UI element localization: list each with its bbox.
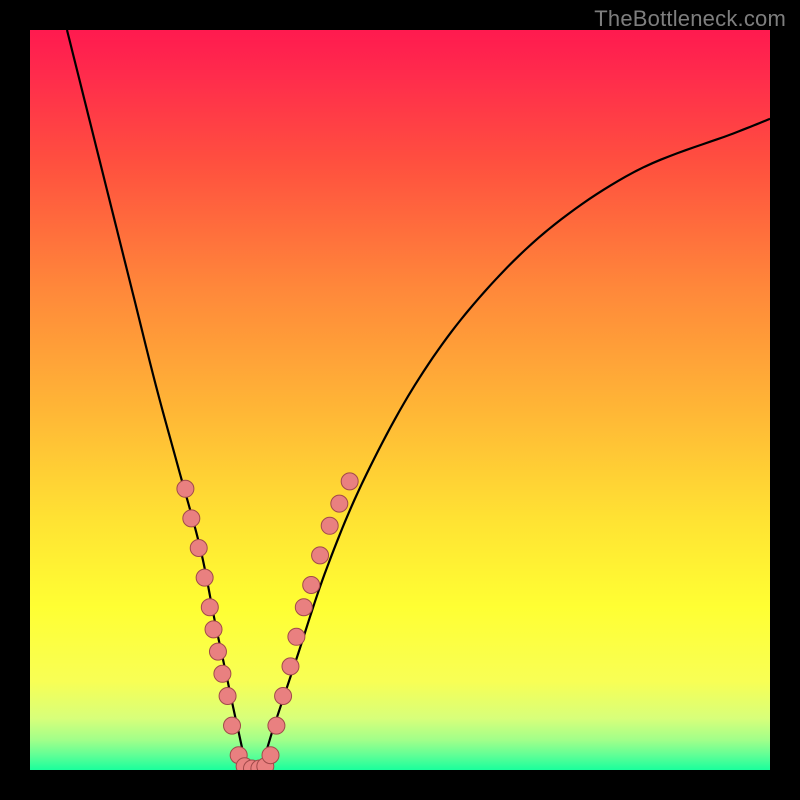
scatter-dot xyxy=(183,510,200,527)
scatter-dot xyxy=(214,665,231,682)
scatter-dot xyxy=(205,621,222,638)
gradient-background xyxy=(30,30,770,770)
scatter-dot xyxy=(295,599,312,616)
chart-svg xyxy=(30,30,770,770)
scatter-dot xyxy=(262,747,279,764)
scatter-dot xyxy=(288,628,305,645)
scatter-dot xyxy=(331,495,348,512)
scatter-dot xyxy=(190,540,207,557)
scatter-dot xyxy=(224,717,241,734)
scatter-dot xyxy=(268,717,285,734)
outer-frame: TheBottleneck.com xyxy=(0,0,800,800)
scatter-dot xyxy=(219,688,236,705)
watermark-text: TheBottleneck.com xyxy=(594,6,786,32)
scatter-dot xyxy=(196,569,213,586)
scatter-dot xyxy=(303,577,320,594)
scatter-dot xyxy=(341,473,358,490)
scatter-dot xyxy=(321,517,338,534)
scatter-dot xyxy=(201,599,218,616)
plot-area xyxy=(30,30,770,770)
scatter-dot xyxy=(177,480,194,497)
scatter-dot xyxy=(282,658,299,675)
scatter-dot xyxy=(209,643,226,660)
scatter-dot xyxy=(312,547,329,564)
scatter-dot xyxy=(275,688,292,705)
